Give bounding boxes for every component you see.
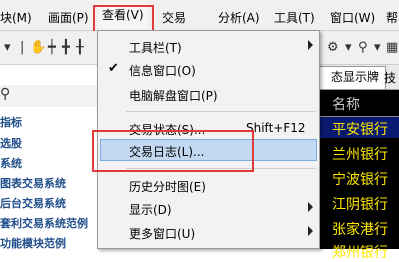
candlestick-icon-2[interactable]: ╋	[62, 40, 70, 55]
menu-block[interactable]: 块(M)	[0, 9, 32, 26]
grid-icon[interactable]: ▦	[386, 40, 398, 55]
menu-help[interactable]: 帮	[386, 9, 398, 26]
quote-row[interactable]: 宁波银行	[332, 169, 388, 189]
menu-item-toolbar[interactable]: 工具栏(T)	[98, 35, 319, 57]
checkmark-icon: ✔	[108, 61, 119, 76]
quote-row[interactable]: 郑州银行	[332, 242, 388, 262]
quote-row[interactable]: 兰州银行	[332, 144, 388, 164]
hand-icon[interactable]: ✋	[30, 40, 46, 55]
menu-tools[interactable]: 工具(T)	[274, 9, 315, 26]
menu-item-shortcut: Shift+F12	[246, 121, 306, 135]
quote-row[interactable]: 平安银行	[332, 119, 388, 139]
menu-item-label: 信息窗口(O)	[129, 64, 196, 78]
menu-bar: 块(M) 画面(P) 查看(V) 交易 分析(A) 工具(T) 窗口(W) 帮	[0, 0, 399, 31]
quote-row[interactable]: 江阴银行	[332, 194, 388, 214]
quote-list: 名称 平安银行 兰州银行 宁波银行 江阴银行 张家港行 郑州银行	[318, 90, 399, 261]
quote-row[interactable]: 张家港行	[332, 219, 388, 239]
menu-item-label: 电脑解盘窗口(P)	[129, 89, 218, 103]
menu-item-history-chart[interactable]: 历史分时图(E)	[98, 174, 319, 196]
menu-item-label: 显示(D)	[129, 203, 172, 217]
chevron-down-icon[interactable]: ▾	[345, 40, 352, 55]
menu-item-label: 更多窗口(U)	[129, 227, 196, 241]
menu-item-label: 工具栏(T)	[129, 41, 182, 55]
menu-screen[interactable]: 画面(P)	[48, 9, 89, 26]
menu-item-display[interactable]: 显示(D)	[98, 197, 319, 219]
dropdown-arrow-icon[interactable]: ▾	[4, 40, 11, 55]
menu-separator	[126, 111, 316, 112]
menu-item-info-window[interactable]: ✔ 信息窗口(O)	[98, 58, 319, 80]
tree-item-chart-trading[interactable]: 图表交易系统	[0, 175, 66, 191]
bar-icon[interactable]: ╂	[76, 40, 84, 55]
submenu-arrow-icon	[308, 202, 313, 212]
menu-item-more-windows[interactable]: 更多窗口(U)	[98, 221, 319, 243]
search-icon[interactable]: ⚲	[0, 86, 10, 102]
candlestick-icon[interactable]: ┿	[48, 40, 56, 55]
menu-trade[interactable]: 交易	[162, 9, 186, 26]
menu-item-label: 历史分时图(E)	[129, 180, 206, 194]
menu-window[interactable]: 窗口(W)	[330, 9, 375, 26]
tree-item-system[interactable]: 系统	[0, 155, 22, 171]
column-header-name[interactable]: 名称	[332, 94, 360, 114]
submenu-arrow-icon	[308, 226, 313, 236]
right-panel-tabs: 态显示牌 技	[318, 65, 399, 90]
tab-technical[interactable]: 技	[384, 69, 396, 86]
menu-item-computer-analysis[interactable]: 电脑解盘窗口(P)	[98, 83, 319, 105]
tree-item-stock-picking[interactable]: 选股	[0, 135, 22, 151]
dropdown-arrow-icon-2[interactable]: ▾	[374, 40, 381, 55]
row-divider	[318, 116, 399, 117]
menu-analysis[interactable]: 分析(A)	[218, 9, 260, 26]
tree-item-arbitrage[interactable]: 套利交易系统范例	[0, 215, 88, 231]
gear-icon[interactable]: ⚙	[327, 40, 339, 55]
annotation-highlight-trade-log	[92, 130, 254, 172]
tab-status-board[interactable]: 态显示牌	[318, 66, 387, 89]
search-icon[interactable]: ⚲	[358, 40, 368, 55]
submenu-arrow-icon	[308, 40, 313, 50]
separator-icon: |	[20, 40, 25, 55]
tree-item-indicators[interactable]: 指标	[0, 114, 22, 130]
tree-item-background-trading[interactable]: 后台交易系统	[0, 195, 66, 211]
